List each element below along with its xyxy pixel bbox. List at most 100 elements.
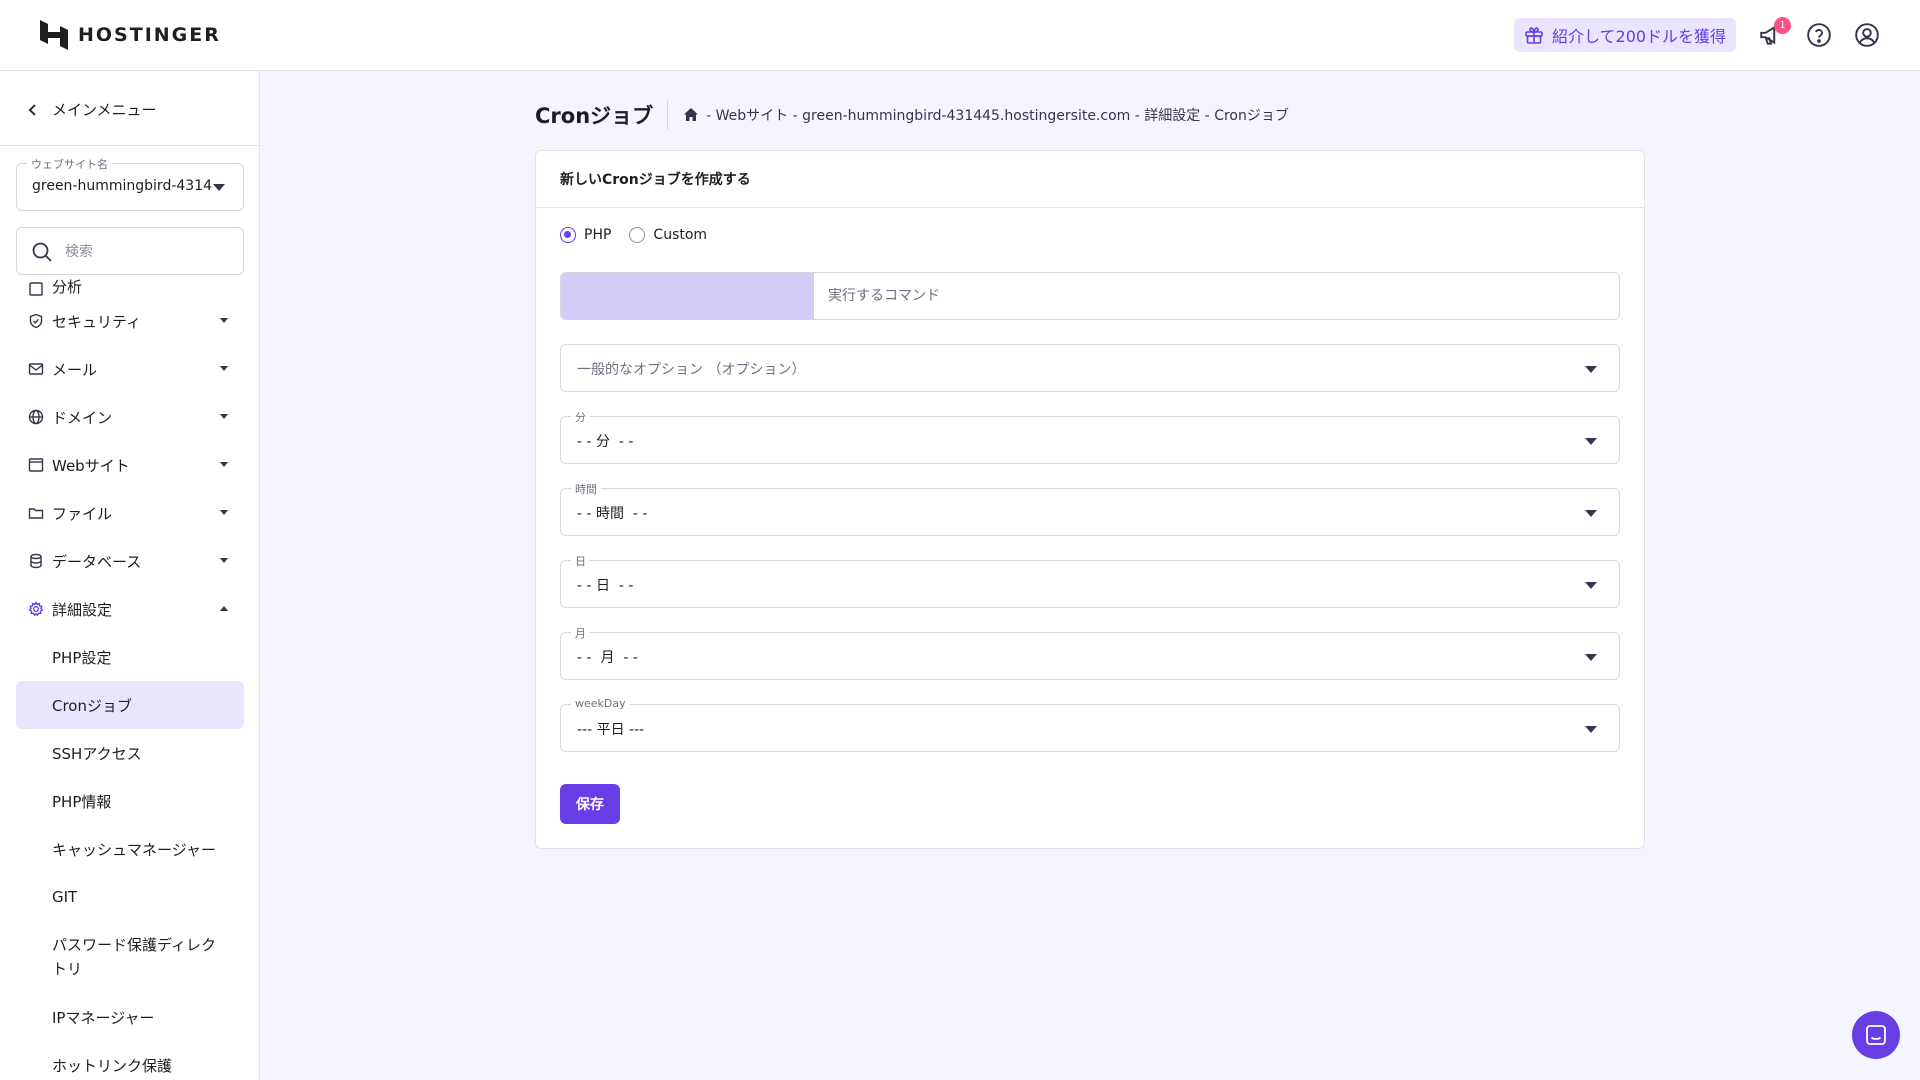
caret-down-icon	[220, 462, 228, 467]
sidebar-subitem-hotlink-protection[interactable]: ホットリンク保護	[0, 1041, 259, 1080]
announcements-button[interactable]: 1	[1756, 17, 1791, 50]
weekday-label: weekDay	[571, 697, 630, 710]
caret-down-icon	[213, 184, 225, 191]
sidebar-subitem-php-settings[interactable]: PHP設定	[0, 633, 259, 681]
month-value: - - 月 - -	[577, 650, 638, 666]
search-icon	[32, 242, 52, 262]
caret-down-icon	[1585, 366, 1597, 373]
user-circle-icon	[1855, 23, 1879, 47]
caret-down-icon	[220, 414, 228, 419]
sidebar-subitem-ip-manager[interactable]: IPマネージャー	[0, 993, 259, 1041]
notification-badge: 1	[1774, 17, 1791, 34]
website-select-label: ウェブサイト名	[27, 156, 112, 172]
globe-icon	[28, 409, 44, 425]
referral-label: 紹介して200ドルを獲得	[1552, 27, 1727, 46]
sidebar-subitem-cache-manager[interactable]: キャッシュマネージャー	[0, 825, 259, 873]
sidebar-subitem-password-protected-dirs[interactable]: パスワード保護ディレクトリ	[0, 921, 259, 993]
sidebar-item-email[interactable]: メール	[0, 345, 259, 393]
day-label: 日	[571, 553, 590, 569]
radio-php[interactable]: PHP	[560, 227, 611, 243]
sidebar-item-websites[interactable]: Webサイト	[0, 441, 259, 489]
chart-icon	[28, 281, 44, 297]
sidebar-nav: 分析 セキュリティ メール ドメイン Webサイト ファイル データベース 詳細…	[0, 279, 259, 1080]
radio-php-label: PHP	[584, 227, 612, 243]
sidebar-divider	[0, 145, 259, 146]
chat-support-button[interactable]	[1852, 1011, 1900, 1059]
radio-selected-icon[interactable]	[560, 227, 576, 243]
command-input[interactable]	[814, 273, 1619, 319]
sidebar-item-databases[interactable]: データベース	[0, 537, 259, 585]
sidebar-item-analytics[interactable]: 分析	[0, 279, 259, 297]
breadcrumb: - Webサイト - green-hummingbird-431445.host…	[682, 105, 1289, 125]
sidebar-subitem-git[interactable]: GIT	[0, 873, 259, 921]
sidebar: メインメニュー ウェブサイト名 green-hummingbird-431445…	[0, 71, 260, 1080]
radio-custom[interactable]: Custom	[629, 227, 707, 243]
caret-down-icon	[1585, 726, 1597, 733]
weekday-value: --- 平日 ---	[577, 722, 645, 738]
sidebar-item-advanced[interactable]: 詳細設定	[0, 585, 259, 633]
sidebar-subitem-ssh-access[interactable]: SSHアクセス	[0, 729, 259, 777]
account-button[interactable]	[1852, 20, 1882, 50]
sidebar-item-label: メール	[52, 360, 98, 379]
sidebar-item-files[interactable]: ファイル	[0, 489, 259, 537]
back-label: メインメニュー	[52, 101, 157, 119]
sidebar-item-label: 詳細設定	[52, 600, 113, 619]
back-to-main-menu[interactable]: メインメニュー	[26, 99, 157, 120]
caret-down-icon	[220, 366, 228, 371]
minute-value: - - 分 - -	[577, 434, 634, 450]
page-title: Cronジョブ	[535, 104, 654, 128]
referral-button[interactable]: 紹介して200ドルを獲得	[1514, 18, 1737, 52]
home-icon[interactable]	[682, 106, 700, 124]
hour-label: 時間	[571, 481, 601, 497]
folder-icon	[28, 505, 44, 521]
shield-icon	[28, 313, 44, 329]
radio-unselected-icon[interactable]	[629, 227, 646, 243]
caret-down-icon	[1585, 654, 1597, 661]
caret-down-icon	[220, 318, 228, 323]
mail-icon	[28, 361, 44, 377]
month-select[interactable]: 月 - - 月 - -	[560, 625, 1620, 680]
cron-job-card: 新しいCronジョブを作成する PHP Custom 一般的なオプション （オプ…	[535, 150, 1645, 849]
caret-up-icon	[220, 606, 228, 611]
card-heading: 新しいCronジョブを作成する	[536, 151, 1644, 208]
day-value: - - 日 - -	[577, 578, 634, 594]
hostinger-logo-icon	[40, 20, 68, 50]
page-header: Cronジョブ - Webサイト - green-hummingbird-431…	[535, 100, 1289, 130]
top-header: HOSTINGER 紹介して200ドルを獲得 1	[0, 0, 1920, 71]
minute-label: 分	[571, 409, 590, 425]
sidebar-item-label: Webサイト	[52, 456, 130, 475]
database-icon	[28, 553, 44, 569]
caret-down-icon	[220, 558, 228, 563]
website-select-value: green-hummingbird-431445	[32, 178, 212, 194]
month-label: 月	[571, 625, 590, 641]
command-prefix	[561, 273, 814, 319]
day-select[interactable]: 日 - - 日 - -	[560, 553, 1620, 608]
sidebar-search	[16, 227, 244, 275]
hostinger-logo[interactable]: HOSTINGER	[40, 20, 221, 50]
sidebar-item-security[interactable]: セキュリティ	[0, 297, 259, 345]
weekday-select[interactable]: weekDay --- 平日 ---	[560, 697, 1620, 752]
radio-custom-label: Custom	[653, 227, 708, 243]
command-field	[560, 272, 1620, 320]
help-icon	[1807, 23, 1831, 47]
chat-icon	[1866, 1025, 1886, 1045]
sidebar-subitem-cron-jobs[interactable]: Cronジョブ	[16, 681, 244, 729]
save-button[interactable]: 保存	[560, 784, 620, 824]
hour-select[interactable]: 時間 - - 時間 - -	[560, 481, 1620, 536]
breadcrumb-path[interactable]: - Webサイト - green-hummingbird-431445.host…	[706, 105, 1289, 125]
gift-icon	[1525, 27, 1543, 44]
hour-value: - - 時間 - -	[577, 506, 648, 522]
minute-select[interactable]: 分 - - 分 - -	[560, 409, 1620, 464]
caret-down-icon	[1585, 510, 1597, 517]
common-options-select[interactable]: 一般的なオプション （オプション）	[560, 344, 1620, 392]
website-select[interactable]: ウェブサイト名 green-hummingbird-431445	[16, 156, 244, 211]
title-separator	[667, 100, 669, 130]
gear-icon	[28, 601, 44, 617]
search-input[interactable]	[65, 240, 235, 264]
sidebar-subitem-php-info[interactable]: PHP情報	[0, 777, 259, 825]
sidebar-item-domains[interactable]: ドメイン	[0, 393, 259, 441]
caret-down-icon	[1585, 582, 1597, 589]
sidebar-item-label: データベース	[52, 552, 142, 571]
help-button[interactable]	[1804, 20, 1834, 50]
common-options-value: 一般的なオプション （オプション）	[577, 362, 806, 378]
